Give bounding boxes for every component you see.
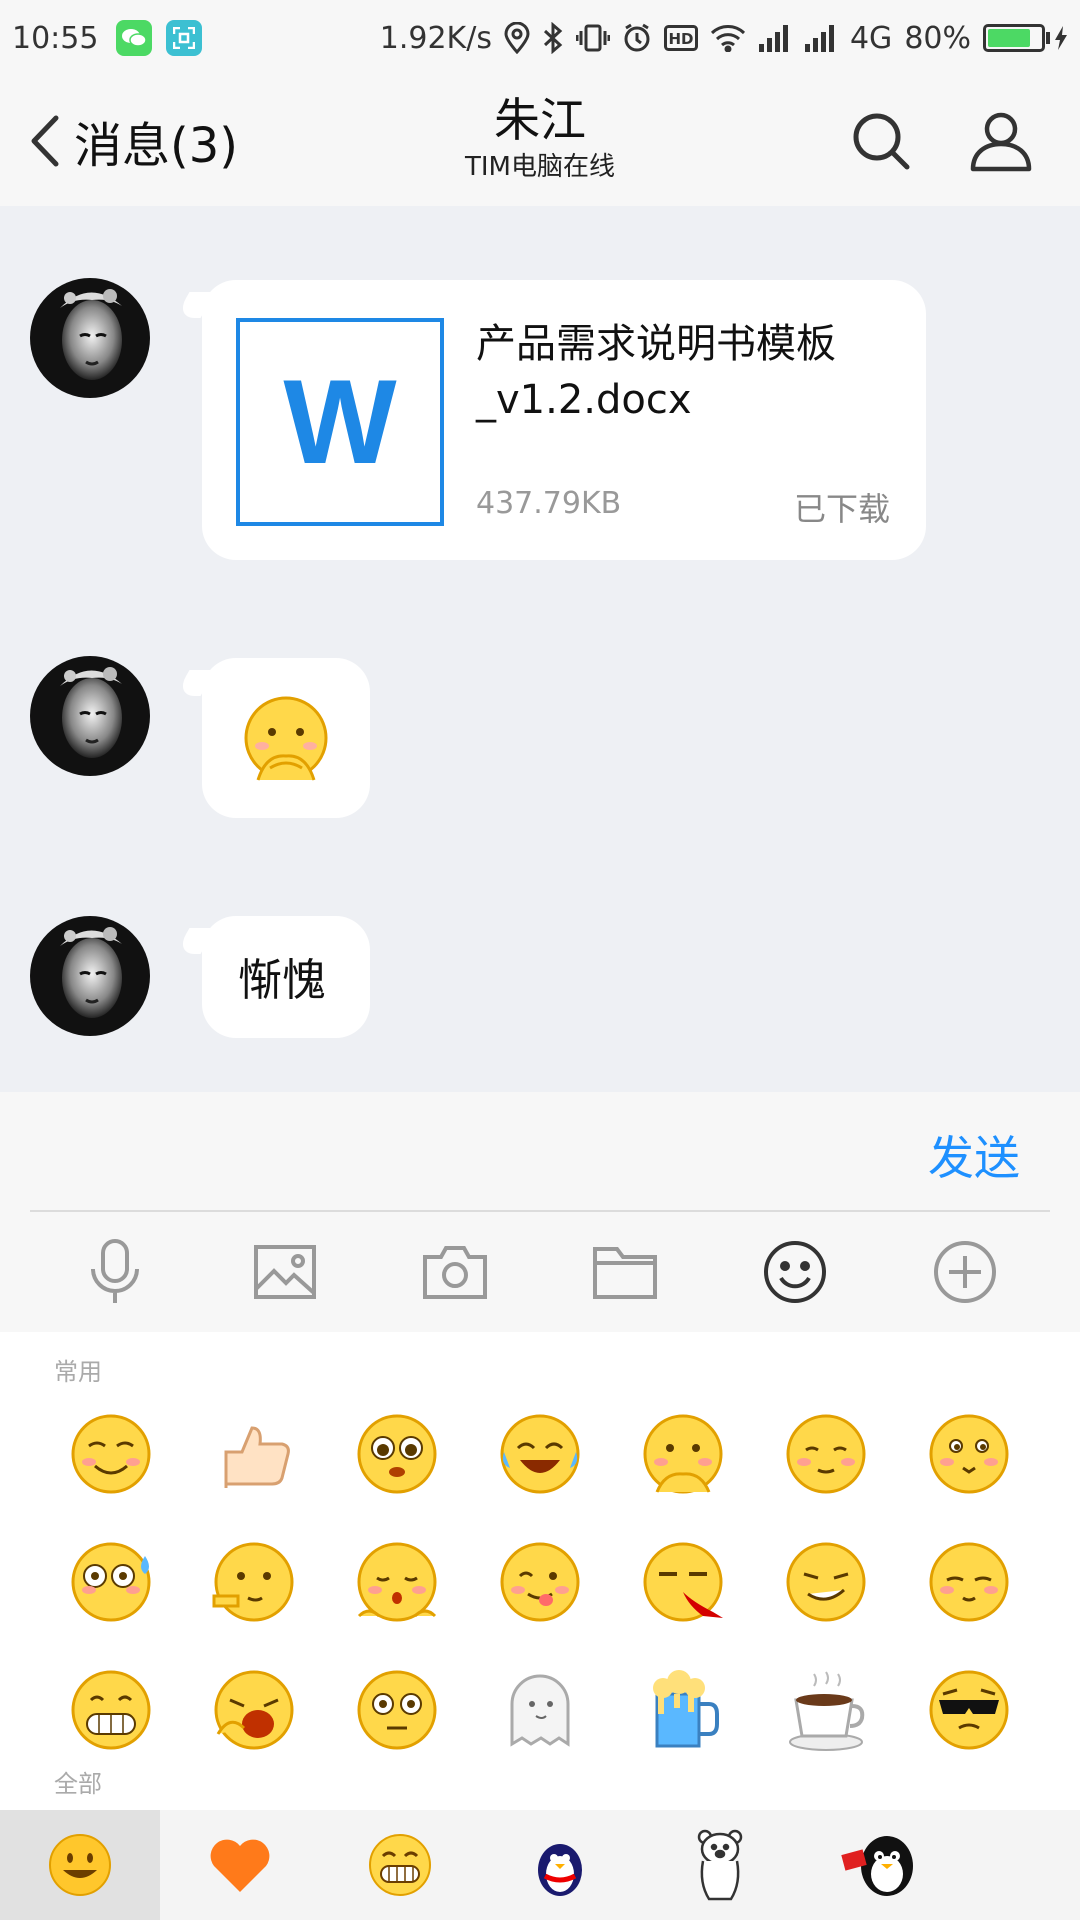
back-label: 消息(3) <box>74 118 238 174</box>
file-name: 产品需求说明书模板_v1.2.docx <box>476 321 836 423</box>
sheepish-emoji-icon[interactable] <box>776 1404 876 1504</box>
network-speed: 1.92K/s <box>379 20 492 56</box>
vibrate-icon <box>575 23 610 53</box>
hd-icon: HD <box>663 25 698 51</box>
tongue-out-emoji-icon[interactable] <box>490 1532 590 1632</box>
teary-eyes-emoji-icon[interactable] <box>347 1404 447 1504</box>
nosebleed-emoji-icon[interactable] <box>633 1532 733 1632</box>
search-button[interactable] <box>846 106 916 176</box>
shocked-emoji-icon[interactable] <box>347 1660 447 1760</box>
big-grin-emoji-icon[interactable] <box>61 1660 161 1760</box>
smirk-emoji-icon[interactable] <box>776 1532 876 1632</box>
chevron-left-icon <box>31 115 59 167</box>
smile-category-icon <box>49 1834 111 1896</box>
category-tab-penguin[interactable] <box>480 1810 640 1920</box>
status-time: 10:55 <box>12 20 99 56</box>
camera-button[interactable] <box>415 1232 495 1312</box>
innocent-emoji-icon[interactable] <box>919 1404 1019 1504</box>
file-message[interactable]: W 产品需求说明书模板_v1.2.docx 437.79KB 已下载 <box>174 280 926 560</box>
battery-icon <box>983 24 1068 52</box>
file-size: 437.79KB <box>476 486 622 521</box>
back-button[interactable]: 消息(3) <box>30 106 238 176</box>
online-status: TIM电脑在线 <box>465 152 615 182</box>
message-list[interactable]: W 产品需求说明书模板_v1.2.docx 437.79KB 已下载 惭愧 <box>0 206 1080 1092</box>
shy-hands-emoji-icon[interactable] <box>633 1404 733 1504</box>
pick-nose-emoji-icon[interactable] <box>204 1532 304 1632</box>
emoji-grid <box>40 1404 1040 1760</box>
shy-hands-emoji-icon <box>244 696 328 781</box>
heart-category-icon <box>210 1839 270 1892</box>
text-message[interactable]: 惭愧 <box>174 916 370 1038</box>
folder-icon <box>593 1247 657 1299</box>
emoji-icon <box>764 1241 826 1303</box>
status-bar: 10:55 1.92K/s HD 4G 80% <box>0 0 1080 76</box>
wifi-icon <box>710 24 746 52</box>
category-tab-bear[interactable] <box>640 1810 800 1920</box>
download-status: 已下载 <box>793 490 890 528</box>
qq-penguin-category-icon <box>841 1836 913 1896</box>
emoji-panel[interactable]: 常用 全部 <box>0 1332 1080 1810</box>
mic-icon <box>91 1239 139 1303</box>
scanner-icon <box>166 20 203 56</box>
signal-icon <box>758 24 792 52</box>
laughing-tears-emoji-icon[interactable] <box>490 1404 590 1504</box>
category-tab-heart[interactable] <box>160 1810 320 1920</box>
camera-icon <box>423 1246 487 1299</box>
pleased-emoji-icon[interactable] <box>919 1532 1019 1632</box>
alarm-icon <box>622 23 652 53</box>
avatar[interactable] <box>30 278 150 398</box>
user-icon <box>970 112 1032 172</box>
ghost-emoji-icon[interactable] <box>490 1660 590 1760</box>
network-type: 4G <box>849 20 893 56</box>
category-tab-smile[interactable] <box>0 1810 160 1920</box>
category-tab-grin[interactable] <box>320 1810 480 1920</box>
smile-blush-emoji-icon[interactable] <box>61 1404 161 1504</box>
send-button[interactable]: 发送 <box>928 1122 1020 1188</box>
sunglasses-cool-emoji-icon[interactable] <box>919 1660 1019 1760</box>
signal-icon <box>804 24 838 52</box>
yawn-emoji-icon[interactable] <box>204 1660 304 1760</box>
beer-mug-emoji-icon[interactable] <box>633 1660 733 1760</box>
plus-icon <box>934 1241 996 1303</box>
contact-name: 朱江 <box>494 93 586 147</box>
all-section-label: 全部 <box>54 1770 102 1798</box>
avatar[interactable] <box>30 656 150 776</box>
contact-info[interactable]: 朱江 TIM电脑在线 <box>340 90 740 184</box>
profile-button[interactable] <box>966 106 1036 176</box>
pleading-emoji-icon[interactable] <box>347 1532 447 1632</box>
emoji-category-bar <box>0 1810 1080 1920</box>
battery-percent: 80% <box>904 20 971 56</box>
emoji-button[interactable] <box>755 1232 835 1312</box>
message-input-area[interactable]: 发送 <box>0 1092 1080 1212</box>
chat-header: 消息(3) 朱江 TIM电脑在线 <box>0 76 1080 206</box>
search-icon <box>853 113 910 170</box>
sticker-message[interactable] <box>174 658 370 818</box>
input-toolbar <box>0 1212 1080 1332</box>
penguin-category-icon <box>538 1844 582 1896</box>
file-button[interactable] <box>585 1232 665 1312</box>
wechat-icon <box>116 20 153 56</box>
message-text: 惭愧 <box>238 955 326 1006</box>
recent-section-label: 常用 <box>54 1358 102 1386</box>
svg-text:HD: HD <box>668 30 693 48</box>
more-button[interactable] <box>925 1232 1005 1312</box>
image-icon <box>254 1245 316 1299</box>
grin-category-icon <box>369 1834 431 1896</box>
coffee-cup-emoji-icon[interactable] <box>776 1660 876 1760</box>
voice-button[interactable] <box>75 1232 155 1312</box>
location-icon <box>504 22 530 54</box>
bluetooth-icon <box>542 22 564 54</box>
sweat-embarrassed-emoji-icon[interactable] <box>61 1532 161 1632</box>
category-tab-qq[interactable] <box>800 1810 960 1920</box>
avatar[interactable] <box>30 916 150 1036</box>
bear-category-icon <box>697 1829 743 1901</box>
word-doc-icon: W <box>236 318 444 526</box>
thumbs-up-emoji-icon[interactable] <box>204 1404 304 1504</box>
image-button[interactable] <box>245 1232 325 1312</box>
